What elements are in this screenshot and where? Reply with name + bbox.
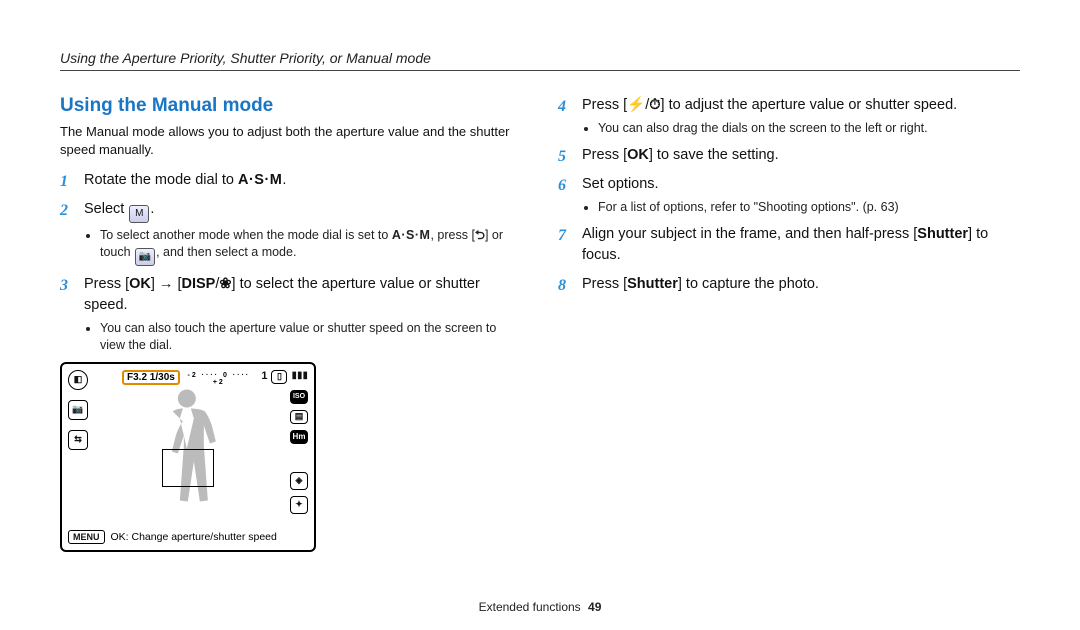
ok-button-glyph-2: OK <box>627 147 649 163</box>
timer-icon: ⏱ <box>649 97 660 113</box>
s2note-pre: To select another mode when the mode dia… <box>100 228 392 242</box>
step-2: Select M. To select another mode when th… <box>60 199 522 266</box>
steps-right: Press [⚡/⏱] to adjust the aperture value… <box>558 95 1020 295</box>
lcd-ev-scale: -2 ···· 0 ···· +2 <box>184 372 254 382</box>
lcd-camera-icon: 📷 <box>68 400 88 420</box>
s4-post: ] to adjust the aperture value or shutte… <box>661 97 958 113</box>
step-5: Press [OK] to save the setting. <box>558 145 1020 166</box>
step-6-note: For a list of options, refer to "Shootin… <box>598 199 1020 216</box>
back-icon: ⮌ <box>475 228 485 242</box>
step-3-note: You can also touch the aperture value or… <box>100 320 522 354</box>
ok-button-glyph: OK <box>129 276 151 292</box>
s7-pre: Align your subject in the frame, and the… <box>582 226 917 242</box>
step-2-note: To select another mode when the mode dia… <box>100 227 522 266</box>
shutter-label-2: Shutter <box>627 276 678 292</box>
s2note-glyph: A·S·M <box>392 227 431 244</box>
s2note-mid: , press [ <box>430 228 474 242</box>
lcd-size-icon: Hm <box>290 430 308 444</box>
s3-mid: ] → [ <box>151 276 182 292</box>
step-4: Press [⚡/⏱] to adjust the aperture value… <box>558 95 1020 137</box>
intro-text: The Manual mode allows you to adjust bot… <box>60 123 522 158</box>
lcd-filter-icon: ✦ <box>290 496 308 514</box>
page-footer: Extended functions 49 <box>0 600 1080 614</box>
left-column: Using the Manual mode The Manual mode al… <box>60 95 522 552</box>
lcd-help-text: OK: Change aperture/shutter speed <box>111 531 277 543</box>
lcd-card-icon: ▯ <box>271 370 287 384</box>
step-3: Press [OK] → [DISP/❀] to select the aper… <box>60 274 522 354</box>
lcd-iso-icon: ISO <box>290 390 308 404</box>
s6-text: Set options. <box>582 176 659 192</box>
step-2-post: . <box>150 201 154 217</box>
lcd-shots-remaining: 1 <box>261 370 267 384</box>
lcd-switch-icon: ⇆ <box>68 430 88 450</box>
s8-post: ] to capture the photo. <box>678 276 819 292</box>
manual-mode-icon: M <box>129 205 149 223</box>
breadcrumb: Using the Aperture Priority, Shutter Pri… <box>60 50 1020 71</box>
section-title: Using the Manual mode <box>60 95 522 117</box>
lcd-focus-frame <box>162 449 214 487</box>
right-column: Press [⚡/⏱] to adjust the aperture value… <box>558 95 1020 552</box>
s5-post: ] to save the setting. <box>649 147 779 163</box>
step-1: Rotate the mode dial to A·S·M. <box>60 170 522 191</box>
macro-icon: ❀ <box>219 276 231 292</box>
lcd-quality-icon: ▤ <box>290 410 308 424</box>
steps-left: Rotate the mode dial to A·S·M. Select M.… <box>60 170 522 354</box>
step-2-pre: Select <box>84 201 128 217</box>
lcd-mode-icon: ◧ <box>68 370 88 390</box>
lcd-exposure-readout: F3.2 1/30s <box>122 370 180 385</box>
camera-lcd-screenshot: ◧ 📷 ⇆ F3.2 1/30s -2 ···· 0 ···· +2 1 ▯ ▮… <box>60 362 316 552</box>
step-1-post: . <box>282 172 286 188</box>
disp-button-glyph: DISP <box>182 276 216 292</box>
step-1-pre: Rotate the mode dial to <box>84 172 238 188</box>
step-6: Set options. For a list of options, refe… <box>558 174 1020 216</box>
step-7: Align your subject in the frame, and the… <box>558 224 1020 266</box>
s5-pre: Press [ <box>582 147 627 163</box>
camera-touch-icon: 📷 <box>135 248 155 266</box>
s4-pre: Press [ <box>582 97 627 113</box>
mode-dial-asm-glyph: A·S·M <box>238 170 282 191</box>
s2note-end: , and then select a mode. <box>156 245 296 259</box>
step-4-note: You can also drag the dials on the scree… <box>598 120 1020 137</box>
lcd-menu-button: MENU <box>68 530 105 544</box>
flash-icon: ⚡ <box>627 97 645 113</box>
s8-pre: Press [ <box>582 276 627 292</box>
step-8: Press [Shutter] to capture the photo. <box>558 274 1020 295</box>
footer-section: Extended functions <box>479 600 581 614</box>
footer-page-number: 49 <box>588 600 601 614</box>
lcd-bracket-icon: ◈ <box>290 472 308 490</box>
shutter-label: Shutter <box>917 226 968 242</box>
lcd-battery-icon: ▮▮▮ <box>291 370 308 384</box>
s3-pre: Press [ <box>84 276 129 292</box>
